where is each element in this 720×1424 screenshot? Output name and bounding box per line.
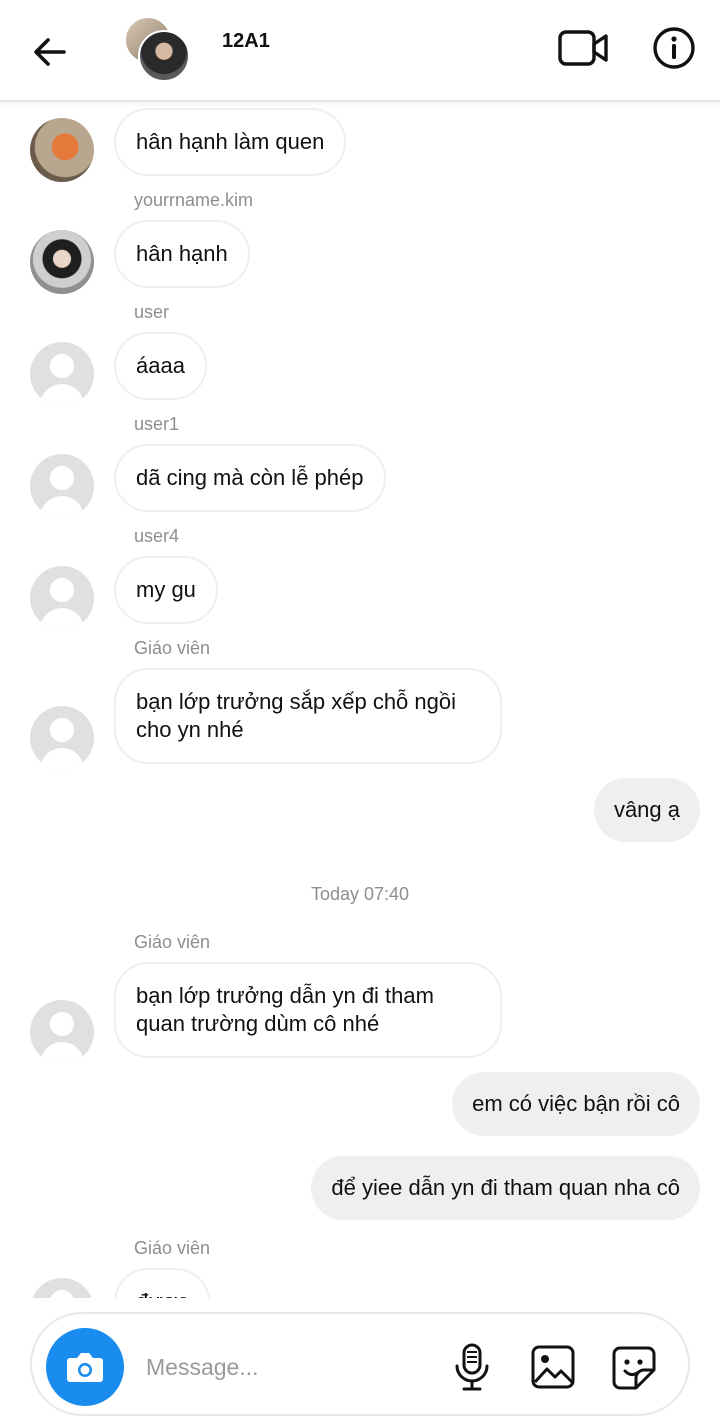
sender-name: yourrname.kim xyxy=(134,190,254,210)
sender-name: Giáo viên xyxy=(134,1238,211,1258)
sender-name: user1 xyxy=(134,414,180,434)
incoming-message[interactable]: bạn lớp trưởng dẫn yn đi tham quan trườn… xyxy=(114,962,502,1058)
video-call-icon xyxy=(558,30,608,66)
sender-name: Giáo viên xyxy=(134,638,211,658)
camera-icon xyxy=(67,1353,103,1382)
sender-name: user xyxy=(134,302,170,322)
incoming-message[interactable]: my gu xyxy=(114,556,218,624)
default-avatar-icon[interactable] xyxy=(30,342,94,406)
outgoing-message[interactable]: em có việc bận rồi cô xyxy=(452,1072,700,1136)
sender-avatar[interactable] xyxy=(30,118,94,182)
default-avatar-icon[interactable] xyxy=(30,566,94,630)
chat-header: 12A1 xyxy=(0,0,720,102)
microphone-icon xyxy=(455,1343,489,1391)
video-call-button[interactable] xyxy=(556,26,612,70)
outgoing-message[interactable]: vâng ạ xyxy=(593,778,700,842)
sender-name: user4 xyxy=(134,526,180,546)
incoming-message[interactable]: hân hạnh làm quen xyxy=(114,108,347,176)
timestamp: Today 07:40 xyxy=(310,884,410,904)
camera-button[interactable] xyxy=(46,1328,124,1406)
voice-message-button[interactable] xyxy=(450,1342,494,1392)
default-avatar-icon[interactable] xyxy=(30,1000,94,1064)
sender-avatar[interactable] xyxy=(30,230,94,294)
sender-name: Giáo viên xyxy=(134,932,211,952)
back-button[interactable] xyxy=(28,30,72,74)
incoming-message[interactable]: bạn lớp trưởng sắp xếp chỗ ngồi cho yn n… xyxy=(114,668,502,764)
group-avatar[interactable] xyxy=(124,16,194,82)
sticker-icon xyxy=(612,1346,656,1390)
back-arrow-icon xyxy=(34,38,66,66)
incoming-message[interactable]: dã cing mà còn lễ phép xyxy=(114,444,386,512)
info-button[interactable] xyxy=(650,24,698,72)
default-avatar-icon[interactable] xyxy=(30,706,94,770)
outgoing-message[interactable]: để yiee dẫn yn đi tham quan nha cô xyxy=(311,1156,700,1220)
default-avatar-icon[interactable] xyxy=(30,1278,94,1298)
message-composer xyxy=(30,1312,690,1416)
default-avatar-icon[interactable] xyxy=(30,454,94,518)
incoming-message[interactable]: được xyxy=(114,1268,211,1298)
sticker-button[interactable] xyxy=(610,1344,658,1392)
incoming-message[interactable]: hân hạnh xyxy=(114,220,250,288)
message-thread[interactable]: hân hạnh làm quen yourrname.kim hân hạnh… xyxy=(0,100,720,1298)
info-icon xyxy=(653,27,695,69)
member-avatar xyxy=(138,30,190,82)
message-input[interactable] xyxy=(144,1346,428,1388)
gallery-button[interactable] xyxy=(530,1344,576,1390)
gallery-icon xyxy=(531,1345,575,1389)
incoming-message[interactable]: áaaa xyxy=(114,332,207,400)
chat-title[interactable]: 12A1 xyxy=(222,30,270,53)
